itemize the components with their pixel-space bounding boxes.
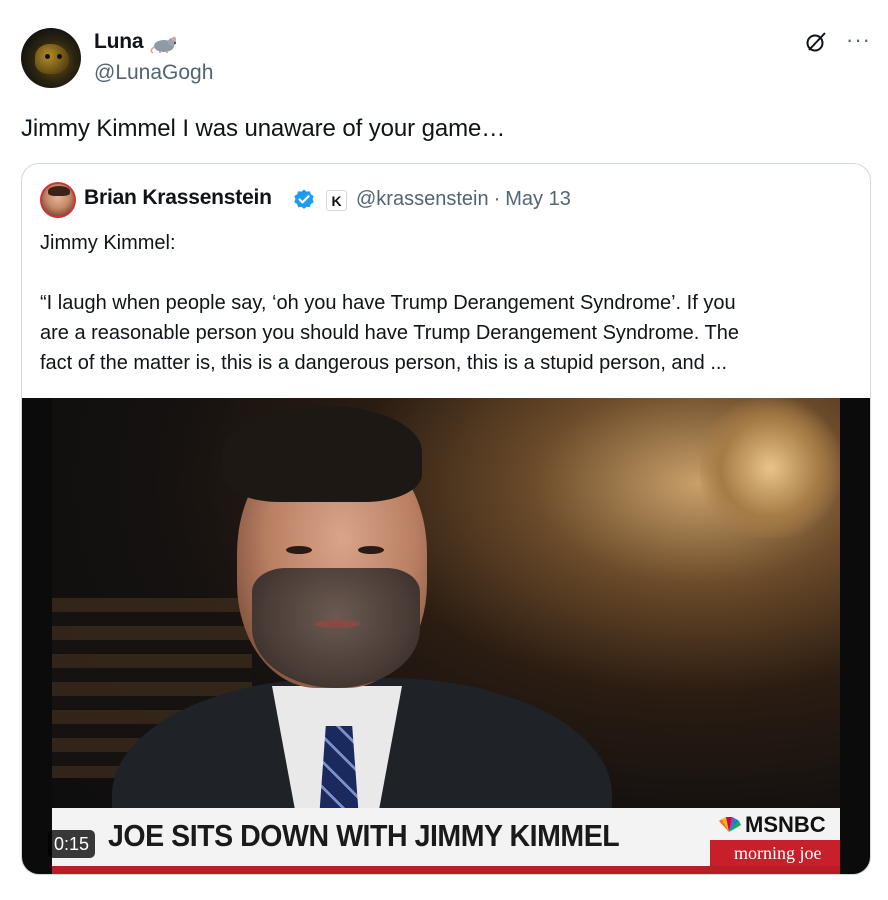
quoted-text-line: are a reasonable person you should have … <box>40 322 739 344</box>
network-name: MSNBC <box>745 812 826 837</box>
author-name[interactable]: Luna <box>94 30 144 54</box>
peacock-icon <box>719 817 741 832</box>
quoted-author-name[interactable]: Brian Krassenstein <box>84 186 272 210</box>
quoted-text-line <box>40 258 860 288</box>
quoted-text-line: fact of the matter is, this is a dangero… <box>40 352 728 374</box>
quoted-post-text: Jimmy Kimmel: “I laugh when people say, … <box>40 228 860 378</box>
video-frame: JOE SITS DOWN WITH JIMMY KIMMEL MSNBC mo… <box>52 398 840 874</box>
rat-icon <box>150 36 177 54</box>
mouth <box>314 620 360 628</box>
hair <box>222 406 422 502</box>
quoted-text-line: Jimmy Kimmel: <box>40 232 176 254</box>
verified-badge-icon <box>294 189 314 209</box>
msnbc-logo: MSNBC <box>716 812 826 838</box>
video-player[interactable]: JOE SITS DOWN WITH JIMMY KIMMEL MSNBC mo… <box>22 398 870 874</box>
quoted-text-line: “I laugh when people say, ‘oh you have T… <box>40 292 736 314</box>
author-avatar[interactable] <box>21 28 81 88</box>
eye-left <box>286 546 312 554</box>
more-icon[interactable]: ··· <box>846 28 870 52</box>
author-handle[interactable]: @LunaGogh <box>94 61 213 85</box>
banner-strip <box>52 866 840 874</box>
lower-third-banner: JOE SITS DOWN WITH JIMMY KIMMEL MSNBC mo… <box>52 808 840 866</box>
lower-third-title: JOE SITS DOWN WITH JIMMY KIMMEL <box>108 818 620 853</box>
show-name: morning joe <box>710 840 840 866</box>
quoted-author-meta: @krassenstein · May 13 <box>356 188 571 211</box>
network-brand: MSNBC morning joe <box>710 808 840 866</box>
avatar-hair <box>48 186 70 196</box>
quoted-author-handle[interactable]: @krassenstein <box>356 188 489 210</box>
avatar-figure <box>35 44 69 74</box>
post-text: Jimmy Kimmel I was unaware of your game… <box>21 115 506 142</box>
beard <box>252 568 420 688</box>
avatar-eye <box>57 54 62 59</box>
quoted-post-date[interactable]: May 13 <box>505 188 571 210</box>
meta-separator: · <box>493 188 501 210</box>
grok-icon[interactable] <box>804 30 828 54</box>
quoted-post-card[interactable]: Brian Krassenstein K @krassenstein · May 1… <box>21 163 871 875</box>
affiliation-badge-icon[interactable]: K <box>326 190 347 211</box>
quoted-author-avatar[interactable] <box>40 182 76 218</box>
eye-right <box>358 546 384 554</box>
background-lamp <box>700 398 840 538</box>
avatar-eye <box>45 54 50 59</box>
video-duration-badge: 0:15 <box>48 830 96 858</box>
